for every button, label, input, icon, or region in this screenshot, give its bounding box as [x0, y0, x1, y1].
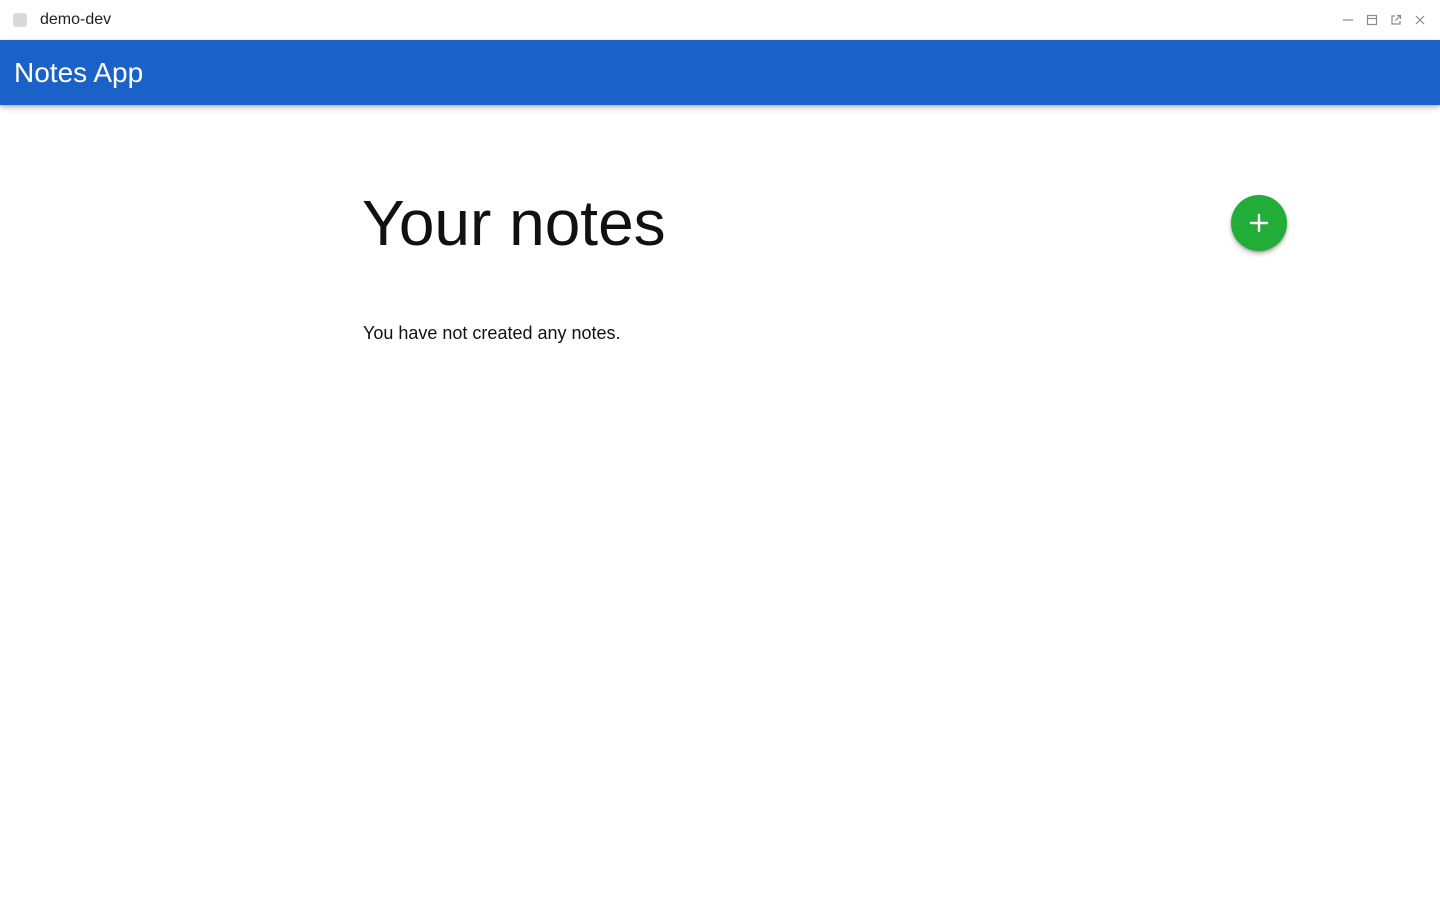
app-title: Notes App: [14, 57, 144, 88]
add-note-button[interactable]: [1231, 195, 1287, 251]
window-controls: [1340, 12, 1428, 28]
minimize-icon: [1343, 19, 1353, 21]
main-content: Your notes You have not created any note…: [0, 105, 1440, 900]
pop-out-icon: [1391, 14, 1402, 25]
app-icon: [13, 13, 27, 27]
empty-state-message: You have not created any notes.: [363, 323, 621, 343]
minimize-button[interactable]: [1340, 12, 1356, 28]
close-icon: [1415, 15, 1425, 25]
plus-icon: [1249, 213, 1269, 233]
app-bar: Notes App: [0, 40, 1440, 105]
page-title: Your notes: [362, 187, 666, 259]
maximize-icon: [1366, 14, 1378, 26]
pop-out-button[interactable]: [1388, 12, 1404, 28]
window-title: demo-dev: [40, 11, 112, 28]
close-button[interactable]: [1412, 12, 1428, 28]
maximize-button[interactable]: [1364, 12, 1380, 28]
window-titlebar: demo-dev: [0, 0, 1440, 40]
